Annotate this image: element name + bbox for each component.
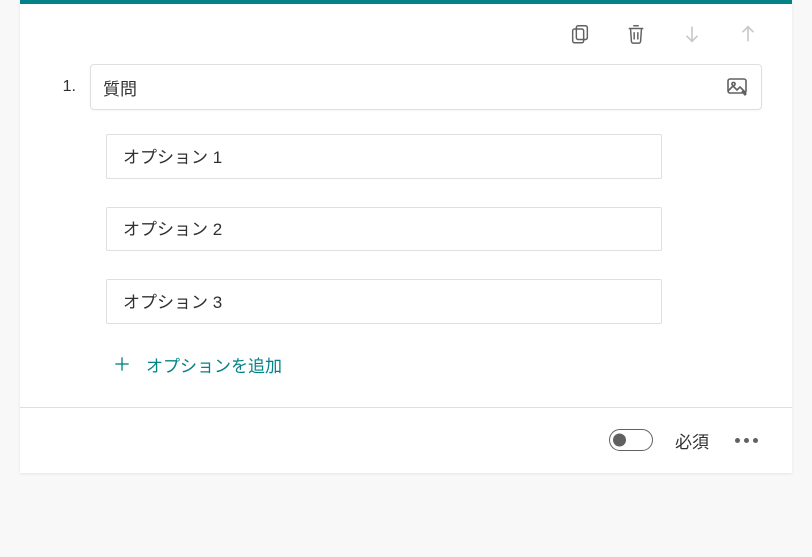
option-input[interactable] [123, 290, 645, 310]
ellipsis-icon [735, 438, 758, 443]
toggle-knob [613, 434, 626, 447]
question-toolbar [20, 4, 792, 58]
copy-button[interactable] [568, 22, 592, 46]
insert-image-button[interactable] [725, 75, 749, 99]
required-toggle[interactable] [609, 429, 653, 451]
plus-icon [112, 354, 132, 374]
question-card: 1. [20, 0, 792, 473]
question-input-container[interactable] [90, 64, 762, 110]
more-options-button[interactable] [731, 434, 762, 447]
option-row[interactable] [106, 134, 662, 179]
add-option-label: オプションを追加 [146, 352, 282, 377]
required-label: 必須 [675, 428, 709, 453]
option-input[interactable] [123, 218, 645, 238]
question-row: 1. [20, 58, 792, 120]
option-row[interactable] [106, 207, 662, 252]
move-up-button[interactable] [736, 22, 760, 46]
option-input[interactable] [123, 145, 645, 165]
question-footer: 必須 [20, 407, 792, 473]
add-option-button[interactable]: オプションを追加 [20, 324, 792, 407]
question-number: 1. [60, 78, 76, 96]
options-list [20, 120, 792, 324]
option-row[interactable] [106, 279, 662, 324]
delete-button[interactable] [624, 22, 648, 46]
question-title-input[interactable] [103, 77, 725, 97]
move-down-button[interactable] [680, 22, 704, 46]
